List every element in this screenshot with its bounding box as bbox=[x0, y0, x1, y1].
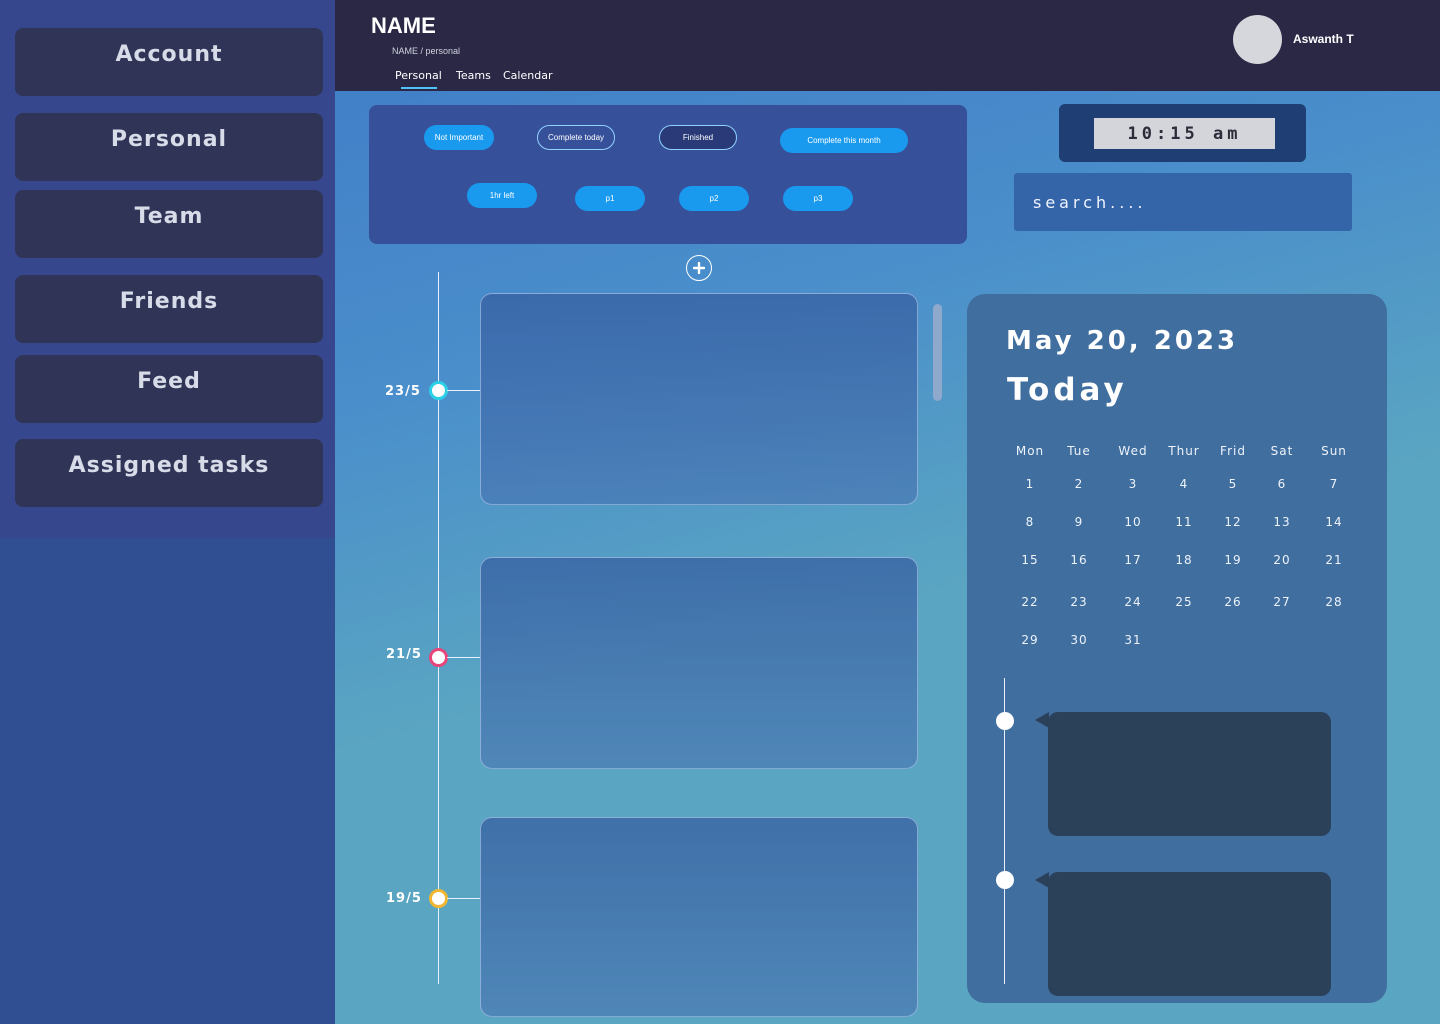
filter-chip-not-important[interactable]: Not Important bbox=[424, 125, 494, 150]
weekday-label: Sat bbox=[1270, 444, 1294, 458]
calendar-day[interactable]: 5 bbox=[1229, 477, 1238, 491]
event-card-pointer bbox=[1035, 712, 1049, 728]
calendar-day[interactable]: 16 bbox=[1070, 553, 1087, 567]
filter-panel: Not Important Complete today Finished Co… bbox=[369, 105, 967, 244]
sidebar-item-label: Assigned tasks bbox=[68, 453, 270, 478]
filter-chip-finished[interactable]: Finished bbox=[659, 125, 737, 150]
calendar-day[interactable]: 30 bbox=[1070, 633, 1087, 647]
tab-teams[interactable]: Teams bbox=[456, 69, 491, 82]
calendar-day[interactable]: 26 bbox=[1224, 595, 1241, 609]
page-title: NAME bbox=[371, 13, 436, 38]
task-card[interactable] bbox=[480, 557, 918, 769]
sidebar-item-label: Team bbox=[134, 204, 204, 229]
calendar-day[interactable]: 2 bbox=[1075, 477, 1084, 491]
filter-chip-complete-this-month[interactable]: Complete this month bbox=[780, 128, 908, 153]
user-name: Aswanth T bbox=[1293, 32, 1354, 46]
calendar-day[interactable]: 29 bbox=[1021, 633, 1038, 647]
calendar-day[interactable]: 23 bbox=[1070, 595, 1087, 609]
timeline-marker bbox=[429, 381, 448, 400]
weekday-label: Mon bbox=[1015, 444, 1045, 458]
calendar-day[interactable]: 3 bbox=[1129, 477, 1138, 491]
timeline-connector bbox=[447, 657, 480, 658]
top-header: NAME NAME / personal Personal Teams Cale… bbox=[335, 0, 1440, 91]
calendar-day[interactable]: 9 bbox=[1075, 515, 1084, 529]
calendar-day[interactable]: 10 bbox=[1124, 515, 1141, 529]
tab-personal[interactable]: Personal bbox=[395, 69, 442, 82]
weekday-label: Frid bbox=[1220, 444, 1246, 458]
calendar-day[interactable]: 28 bbox=[1325, 595, 1342, 609]
calendar-day[interactable]: 15 bbox=[1021, 553, 1038, 567]
sidebar-item-friends[interactable]: Friends bbox=[15, 275, 323, 343]
calendar-day[interactable]: 7 bbox=[1330, 477, 1339, 491]
calendar-day[interactable]: 27 bbox=[1273, 595, 1290, 609]
calendar-day[interactable]: 21 bbox=[1325, 553, 1342, 567]
tab-calendar[interactable]: Calendar bbox=[503, 69, 552, 82]
task-card[interactable] bbox=[480, 293, 918, 505]
breadcrumb: NAME / personal bbox=[392, 46, 461, 56]
event-card[interactable] bbox=[1035, 872, 1331, 996]
timeline-marker bbox=[429, 889, 448, 908]
add-task-button[interactable] bbox=[686, 255, 712, 281]
calendar-today-label: Today bbox=[1007, 372, 1128, 408]
sidebar-item-assigned-tasks[interactable]: Assigned tasks bbox=[15, 439, 323, 507]
weekday-label: Tue bbox=[1067, 444, 1091, 458]
event-card-pointer bbox=[1035, 872, 1049, 888]
sidebar-item-label: Account bbox=[115, 42, 223, 67]
calendar-day[interactable]: 22 bbox=[1021, 595, 1038, 609]
weekday-label: Thur bbox=[1168, 444, 1200, 458]
timeline-date: 19/5 bbox=[386, 891, 422, 906]
active-tab-indicator bbox=[401, 87, 437, 89]
weekday-label: Sun bbox=[1321, 444, 1347, 458]
sidebar-item-feed[interactable]: Feed bbox=[15, 355, 323, 423]
scrollbar-thumb[interactable] bbox=[933, 304, 942, 401]
sidebar-item-team[interactable]: Team bbox=[15, 190, 323, 258]
sidebar-item-label: Feed bbox=[137, 369, 201, 394]
calendar-day[interactable]: 11 bbox=[1175, 515, 1192, 529]
timeline-date: 21/5 bbox=[386, 647, 422, 662]
calendar-day[interactable]: 4 bbox=[1180, 477, 1189, 491]
filter-chip-p1[interactable]: p1 bbox=[575, 186, 645, 211]
calendar-day[interactable]: 17 bbox=[1124, 553, 1141, 567]
calendar-date: May 20, 2023 bbox=[1006, 326, 1239, 356]
calendar-day[interactable]: 18 bbox=[1175, 553, 1192, 567]
calendar-day[interactable]: 14 bbox=[1325, 515, 1342, 529]
calendar-day[interactable]: 1 bbox=[1026, 477, 1035, 491]
sidebar-item-label: Friends bbox=[119, 289, 219, 314]
timeline-connector bbox=[447, 898, 480, 899]
calendar-day[interactable]: 12 bbox=[1224, 515, 1241, 529]
calendar-day[interactable]: 20 bbox=[1273, 553, 1290, 567]
weekday-label: Wed bbox=[1118, 444, 1148, 458]
calendar-day[interactable]: 13 bbox=[1273, 515, 1290, 529]
filter-chip-complete-today[interactable]: Complete today bbox=[537, 125, 615, 150]
filter-chip-1hr-left[interactable]: 1hr left bbox=[467, 183, 537, 208]
timeline-marker bbox=[429, 648, 448, 667]
calendar-day[interactable]: 19 bbox=[1224, 553, 1241, 567]
timeline-date: 23/5 bbox=[385, 384, 421, 399]
event-marker bbox=[996, 871, 1014, 889]
calendar-day[interactable]: 25 bbox=[1175, 595, 1192, 609]
avatar[interactable] bbox=[1233, 15, 1282, 64]
plus-icon bbox=[693, 262, 705, 274]
event-marker bbox=[996, 712, 1014, 730]
event-card[interactable] bbox=[1035, 712, 1331, 836]
timeline-connector bbox=[447, 390, 480, 391]
calendar-day[interactable]: 8 bbox=[1026, 515, 1035, 529]
calendar-day[interactable]: 24 bbox=[1124, 595, 1141, 609]
calendar-day[interactable]: 6 bbox=[1278, 477, 1287, 491]
sidebar-item-personal[interactable]: Personal bbox=[15, 113, 323, 181]
clock-time: 10:15 am bbox=[1094, 118, 1275, 149]
filter-chip-p3[interactable]: p3 bbox=[783, 186, 853, 211]
calendar-day[interactable]: 31 bbox=[1124, 633, 1141, 647]
task-card[interactable] bbox=[480, 817, 918, 1017]
sidebar: Account Personal Team Friends Feed Assig… bbox=[0, 0, 335, 538]
sidebar-item-label: Personal bbox=[110, 127, 228, 152]
filter-chip-p2[interactable]: p2 bbox=[679, 186, 749, 211]
search-input[interactable] bbox=[1014, 173, 1352, 231]
clock-widget: 10:15 am bbox=[1059, 104, 1306, 162]
sidebar-item-account[interactable]: Account bbox=[15, 28, 323, 96]
timeline-line bbox=[438, 272, 439, 984]
calendar-panel: May 20, 2023 Today Mon Tue Wed Thur Frid… bbox=[967, 294, 1387, 1003]
